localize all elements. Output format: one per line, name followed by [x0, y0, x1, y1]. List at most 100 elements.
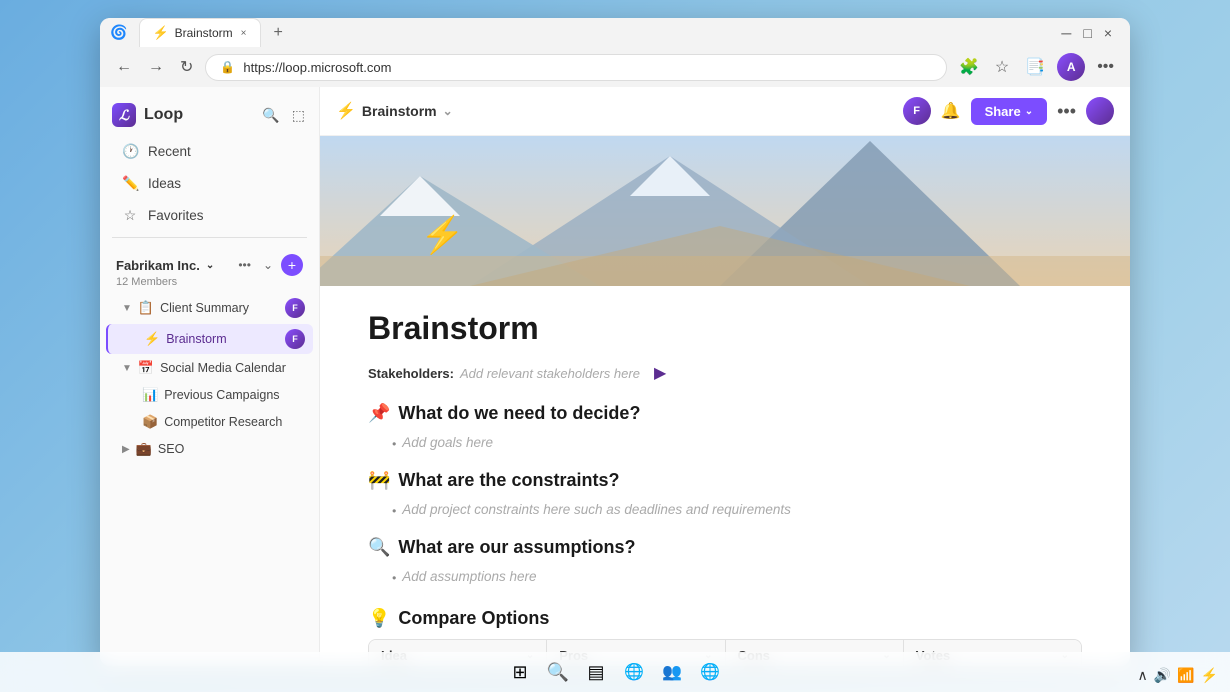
settings-button[interactable]: •••	[1093, 54, 1118, 80]
forward-button[interactable]: →	[144, 54, 168, 80]
system-tray: ∧ 🔊 📶 ⚡	[1137, 667, 1218, 684]
topbar-actions: F 🔔 Share ⌄ •••	[903, 97, 1114, 125]
client-summary-icon: 📋	[138, 300, 154, 316]
tray-battery-icon[interactable]: ⚡	[1201, 667, 1218, 684]
brainstorm-user-dot: F	[285, 329, 305, 349]
section1-placeholder[interactable]: • Add goals here	[368, 432, 1082, 454]
tree-label-seo: SEO	[158, 442, 184, 456]
loop-icon: ℒ	[112, 103, 136, 127]
taskbar-search-icon[interactable]: 🔍	[543, 657, 573, 687]
workspace-section: Fabrikam Inc. ⌄ ••• ⌄ + 12 Members	[100, 244, 319, 292]
workspace-chevron-button[interactable]: ⌄	[259, 256, 277, 274]
previous-campaigns-icon: 📊	[142, 387, 158, 403]
close-button[interactable]: ×	[1104, 25, 1112, 41]
sidebar-item-ideas[interactable]: ✏️ Ideas	[106, 168, 313, 199]
section3-heading: 🔍 What are our assumptions?	[368, 537, 1082, 558]
workspace-chevron: ⌄	[206, 260, 214, 271]
share-button[interactable]: Share ⌄	[971, 98, 1048, 125]
workspace-actions: ••• ⌄ +	[234, 254, 303, 276]
section2-placeholder-text: Add project constraints here such as dea…	[402, 502, 791, 517]
taskbar-taskview-icon[interactable]: ▤	[581, 657, 611, 687]
search-icon-button[interactable]: 🔍	[260, 105, 281, 126]
tree-label-competitor-research: Competitor Research	[164, 415, 282, 429]
workspace-members: 12 Members	[116, 276, 303, 288]
workspace-avatar-topbar: F	[903, 97, 931, 125]
tab-close-button[interactable]: ×	[239, 26, 249, 41]
add-page-button[interactable]: +	[281, 254, 303, 276]
browser-chrome: 🌀 ⚡ Brainstorm × + ─ □ × ← → ↻	[100, 18, 1130, 87]
section2-placeholder[interactable]: • Add project constraints here such as d…	[368, 499, 1082, 521]
address-bar[interactable]: 🔒 https://loop.microsoft.com	[205, 54, 947, 81]
sidebar-header-icons: 🔍 ⬚	[260, 105, 307, 126]
stakeholders-row: Stakeholders: Add relevant stakeholders …	[368, 363, 1082, 383]
tray-up-arrow[interactable]: ∧	[1137, 667, 1147, 684]
collections-button[interactable]: 📑	[1021, 53, 1049, 81]
sidebar-label-favorites: Favorites	[148, 208, 204, 223]
browser-icon: 🌀	[110, 24, 127, 41]
tree-item-client-summary[interactable]: ▼ 📋 Client Summary F	[106, 293, 313, 323]
breadcrumb-chevron: ⌄	[443, 104, 453, 118]
maximize-button[interactable]: □	[1083, 25, 1091, 41]
tree-item-previous-campaigns[interactable]: 📊 Previous Campaigns	[106, 382, 313, 408]
minimize-button[interactable]: ─	[1061, 25, 1071, 41]
refresh-button[interactable]: ↻	[176, 53, 197, 81]
section1-title: What do we need to decide?	[398, 403, 640, 424]
page-breadcrumb-title: Brainstorm	[362, 103, 437, 119]
section2-icon: 🚧	[368, 470, 390, 491]
section3-icon: 🔍	[368, 537, 390, 558]
taskbar-edge-icon[interactable]: 🌐	[619, 657, 649, 687]
page-breadcrumb: ⚡ Brainstorm ⌄	[336, 101, 453, 121]
tree-label-previous-campaigns: Previous Campaigns	[164, 388, 279, 402]
taskbar-start-button[interactable]: ⊞	[505, 657, 535, 687]
loop-text: Loop	[144, 106, 183, 124]
main-topbar: ⚡ Brainstorm ⌄ F 🔔 Share ⌄ •••	[320, 87, 1130, 136]
taskbar-teams-icon[interactable]: 👥	[657, 657, 687, 687]
taskbar: ⊞ 🔍 ▤ 🌐 👥 🌐 ∧ 🔊 📶 ⚡	[0, 652, 1230, 692]
tree-item-seo[interactable]: ▶ 💼 SEO	[106, 436, 313, 462]
tree-item-brainstorm[interactable]: ⚡ Brainstorm F	[106, 324, 313, 354]
workspace-name: Fabrikam Inc. ⌄	[116, 258, 214, 273]
ideas-icon: ✏️	[122, 175, 138, 192]
loop-logo: ℒ Loop	[112, 103, 183, 127]
tray-volume-icon[interactable]: 🔊	[1154, 667, 1171, 684]
brainstorm-icon: ⚡	[144, 331, 160, 347]
tray-network-icon[interactable]: 📶	[1177, 667, 1194, 684]
favorites-button[interactable]: ☆	[991, 53, 1013, 81]
section2-title: What are the constraints?	[398, 470, 619, 491]
section1-heading: 📌 What do we need to decide?	[368, 403, 1082, 424]
client-summary-user-dot: F	[285, 298, 305, 318]
competitor-research-icon: 📦	[142, 414, 158, 430]
section3-placeholder[interactable]: • Add assumptions here	[368, 566, 1082, 588]
tab-bar: 🌀 ⚡ Brainstorm × + ─ □ ×	[100, 18, 1130, 47]
nav-actions: 🧩 ☆ 📑 A •••	[955, 53, 1118, 81]
sidebar-item-recent[interactable]: 🕐 Recent	[106, 136, 313, 167]
new-tab-button[interactable]: +	[265, 20, 290, 46]
sidebar-item-favorites[interactable]: ☆ Favorites	[106, 200, 313, 231]
main-content: ⚡ Brainstorm ⌄ F 🔔 Share ⌄ •••	[320, 87, 1130, 666]
doc-body[interactable]: Brainstorm Stakeholders: Add relevant st…	[320, 286, 1130, 666]
client-summary-chevron: ▼	[122, 303, 132, 314]
compare-icon: 💡	[368, 608, 390, 629]
sidebar-label-ideas: Ideas	[148, 176, 181, 191]
compare-title: Compare Options	[398, 608, 549, 629]
workspace-header[interactable]: Fabrikam Inc. ⌄ ••• ⌄ +	[116, 254, 303, 276]
browser-profile-avatar[interactable]: A	[1057, 53, 1085, 81]
cursor-arrow: ▶	[654, 363, 666, 383]
sidebar-header: ℒ Loop 🔍 ⬚	[100, 95, 319, 135]
tree-item-competitor-research[interactable]: 📦 Competitor Research	[106, 409, 313, 435]
user-avatar-topbar[interactable]	[1086, 97, 1114, 125]
extensions-button[interactable]: 🧩	[955, 53, 983, 81]
stakeholders-placeholder[interactable]: Add relevant stakeholders here	[460, 366, 640, 381]
tree-item-social-media[interactable]: ▼ 📅 Social Media Calendar	[106, 355, 313, 381]
sidebar-expand-button[interactable]: ⬚	[290, 105, 307, 126]
section1-placeholder-text: Add goals here	[402, 435, 493, 450]
workspace-more-button[interactable]: •••	[234, 256, 255, 274]
sidebar: ℒ Loop 🔍 ⬚ 🕐 Recent ✏️ Ideas	[100, 87, 320, 666]
notification-bell-icon[interactable]: 🔔	[941, 101, 961, 121]
bullet-dot-3: •	[392, 571, 396, 585]
section2-heading: 🚧 What are the constraints?	[368, 470, 1082, 491]
active-tab[interactable]: ⚡ Brainstorm ×	[139, 18, 261, 47]
taskbar-browser-icon[interactable]: 🌐	[695, 657, 725, 687]
back-button[interactable]: ←	[112, 54, 136, 80]
more-options-button[interactable]: •••	[1057, 101, 1076, 122]
